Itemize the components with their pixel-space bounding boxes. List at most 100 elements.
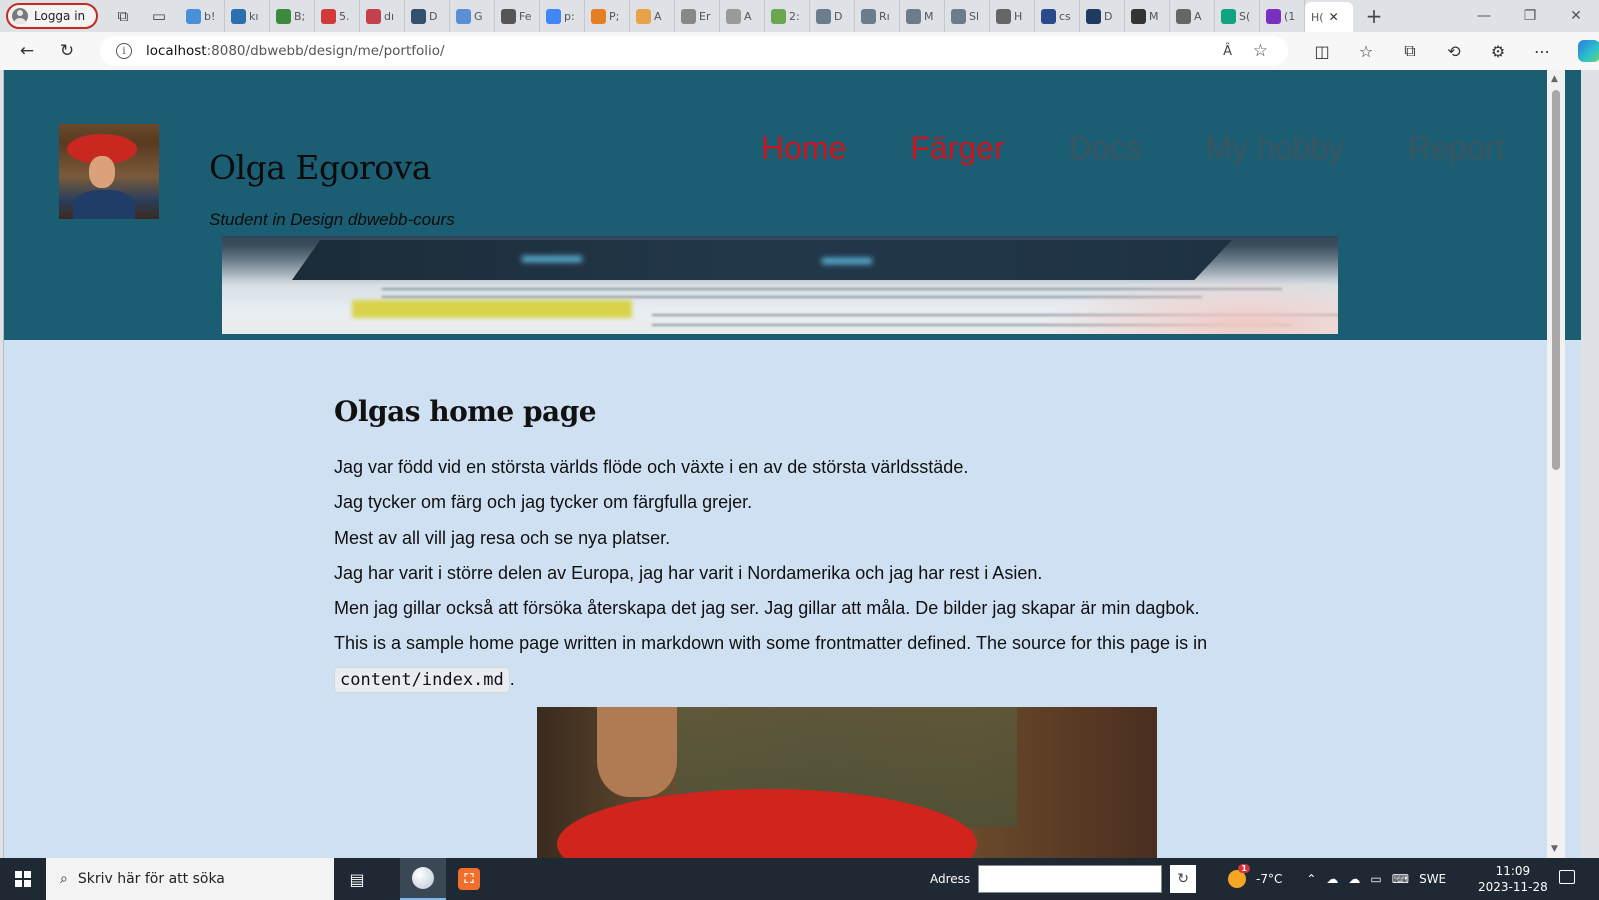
browser-tab[interactable]: 5. bbox=[315, 0, 360, 32]
weather-icon[interactable]: 1 bbox=[1228, 864, 1250, 888]
tab-title: p: bbox=[564, 9, 575, 23]
more-options-icon[interactable]: ⋯ bbox=[1520, 42, 1564, 61]
tab-actions-icon[interactable]: ▭ bbox=[148, 5, 170, 27]
browser-tab[interactable]: P; bbox=[585, 0, 630, 32]
tab-favicon-icon bbox=[1266, 8, 1281, 24]
tab-favicon-icon bbox=[816, 8, 831, 24]
tab-title: M bbox=[1149, 9, 1159, 23]
page-scrollbar[interactable]: ▲ ▼ bbox=[1547, 70, 1565, 858]
tab-favicon-icon bbox=[366, 8, 381, 24]
browser-tab[interactable]: A bbox=[1170, 0, 1215, 32]
painting-image bbox=[537, 707, 1157, 858]
scrollbar-thumb[interactable] bbox=[1552, 90, 1560, 470]
browser-toolbar: ← ↻ i localhost:8080/dbwebb/design/me/po… bbox=[0, 32, 1599, 70]
taskbar-refresh-icon[interactable]: ↻ bbox=[1170, 865, 1197, 893]
browser-tab[interactable]: p: bbox=[540, 0, 585, 32]
browser-tab[interactable]: cs bbox=[1035, 0, 1080, 32]
collections-icon[interactable]: ⧉ bbox=[1388, 41, 1432, 61]
onedrive-icon[interactable]: ☁ bbox=[1326, 872, 1338, 886]
browser-tab[interactable]: kı bbox=[225, 0, 270, 32]
nav-link-f-rger[interactable]: Färger bbox=[910, 130, 1004, 167]
new-tab-button[interactable]: + bbox=[1359, 4, 1389, 28]
page-heading: Olgas home page bbox=[334, 395, 597, 428]
main-content: Olgas home page Jag var född vid en stör… bbox=[334, 395, 1214, 698]
nav-link-docs[interactable]: Docs bbox=[1069, 130, 1142, 167]
browser-tab[interactable]: S( bbox=[1215, 0, 1260, 32]
site-slogan: Student in Design dbwebb-cours bbox=[209, 210, 455, 229]
tab-favicon-icon bbox=[1086, 8, 1101, 24]
system-tray: 1 -7°C ⌃ ☁ ☁ ▭ ⌨ SWE bbox=[1228, 858, 1446, 900]
window-controls: — ❐ ✕ bbox=[1461, 0, 1599, 32]
browser-tab[interactable]: D bbox=[810, 0, 855, 32]
favorite-star-icon[interactable]: ☆ bbox=[1253, 41, 1268, 61]
tray-chevron-icon[interactable]: ⌃ bbox=[1306, 872, 1316, 886]
browser-tab[interactable]: Fe bbox=[495, 0, 540, 32]
site-info-icon[interactable]: i bbox=[116, 43, 132, 59]
browser-tab[interactable]: B; bbox=[270, 0, 315, 32]
keyboard-icon[interactable]: ⌨ bbox=[1392, 872, 1409, 886]
tab-title: A bbox=[744, 9, 752, 23]
browser-tab[interactable]: A bbox=[630, 0, 675, 32]
browser-tab[interactable]: D bbox=[405, 0, 450, 32]
restore-icon[interactable]: ❐ bbox=[1507, 0, 1553, 32]
extensions-icon[interactable]: ⚙ bbox=[1476, 42, 1520, 61]
tab-favicon-icon bbox=[1041, 8, 1056, 24]
minimize-icon[interactable]: — bbox=[1461, 0, 1507, 32]
battery-icon[interactable]: ▭ bbox=[1370, 872, 1381, 886]
browser-tab[interactable]: H bbox=[990, 0, 1035, 32]
tab-title: Er bbox=[699, 9, 711, 23]
tab-favicon-icon bbox=[276, 8, 291, 24]
address-bar[interactable]: i localhost:8080/dbwebb/design/me/portfo… bbox=[100, 36, 1288, 66]
browser-tab[interactable]: Er bbox=[675, 0, 720, 32]
taskbar-address-input[interactable] bbox=[978, 865, 1163, 893]
browser-tab[interactable]: b! bbox=[180, 0, 225, 32]
xampp-app-icon[interactable]: ⛶ bbox=[446, 858, 492, 900]
browser-tab[interactable]: Sl bbox=[945, 0, 990, 32]
active-browser-tab[interactable]: H( ✕ bbox=[1305, 2, 1353, 32]
tab-title: Rı bbox=[879, 9, 890, 23]
start-button[interactable] bbox=[0, 858, 46, 900]
profile-button[interactable]: Logga in bbox=[6, 3, 98, 29]
nav-link-my-hobby[interactable]: My hobby bbox=[1206, 130, 1345, 167]
close-tab-icon[interactable]: ✕ bbox=[1329, 10, 1339, 24]
copilot-icon[interactable] bbox=[1578, 40, 1599, 62]
browser-tab[interactable]: dı bbox=[360, 0, 405, 32]
favorites-icon[interactable]: ☆ bbox=[1344, 42, 1388, 61]
read-aloud-icon[interactable]: Â bbox=[1223, 44, 1232, 59]
cloud-icon[interactable]: ☁ bbox=[1348, 872, 1360, 886]
system-clock[interactable]: 11:09 2023-11-28 bbox=[1478, 863, 1548, 895]
edge-app-icon[interactable] bbox=[400, 858, 446, 900]
language-indicator[interactable]: SWE bbox=[1419, 872, 1446, 886]
notifications-icon[interactable] bbox=[1559, 870, 1575, 884]
tab-title: b! bbox=[204, 9, 216, 23]
browser-tab[interactable]: (1 bbox=[1260, 0, 1305, 32]
clock-time: 11:09 bbox=[1495, 864, 1531, 878]
taskbar-search[interactable]: ⌕ Skriv här för att söka bbox=[46, 858, 334, 900]
browser-tab[interactable]: G bbox=[450, 0, 495, 32]
nav-link-home[interactable]: Home bbox=[761, 130, 846, 167]
back-icon[interactable]: ← bbox=[12, 36, 42, 66]
task-view-icon[interactable]: ▤ bbox=[334, 870, 380, 889]
tab-title: H bbox=[1014, 9, 1023, 23]
scroll-up-icon[interactable]: ▲ bbox=[1551, 74, 1558, 84]
tab-title: H( bbox=[1311, 10, 1324, 24]
close-window-icon[interactable]: ✕ bbox=[1553, 0, 1599, 32]
intro-paragraph: Men jag gillar också att försöka återska… bbox=[334, 598, 1200, 619]
browser-tab[interactable]: A bbox=[720, 0, 765, 32]
history-icon[interactable]: ⟲ bbox=[1432, 42, 1476, 61]
browser-tab[interactable]: M bbox=[1125, 0, 1170, 32]
workspaces-icon[interactable]: ⧉ bbox=[112, 5, 134, 27]
intro-paragraph: Jag tycker om färg och jag tycker om fär… bbox=[334, 492, 753, 513]
tab-title: Fe bbox=[519, 9, 532, 23]
split-screen-icon[interactable]: ◫ bbox=[1300, 42, 1344, 61]
browser-tab[interactable]: M bbox=[900, 0, 945, 32]
windows-taskbar: ⌕ Skriv här för att söka ▤ ⛶ Adress ↻ 1 … bbox=[0, 858, 1599, 900]
tab-title: 2: bbox=[789, 9, 800, 23]
browser-tab[interactable]: D bbox=[1080, 0, 1125, 32]
reload-icon[interactable]: ↻ bbox=[52, 36, 82, 66]
browser-tab[interactable]: Rı bbox=[855, 0, 900, 32]
browser-tab[interactable]: 2: bbox=[765, 0, 810, 32]
nav-link-report[interactable]: Report bbox=[1408, 130, 1504, 167]
sample-trail: . bbox=[509, 668, 515, 689]
scroll-down-icon[interactable]: ▼ bbox=[1551, 844, 1558, 854]
